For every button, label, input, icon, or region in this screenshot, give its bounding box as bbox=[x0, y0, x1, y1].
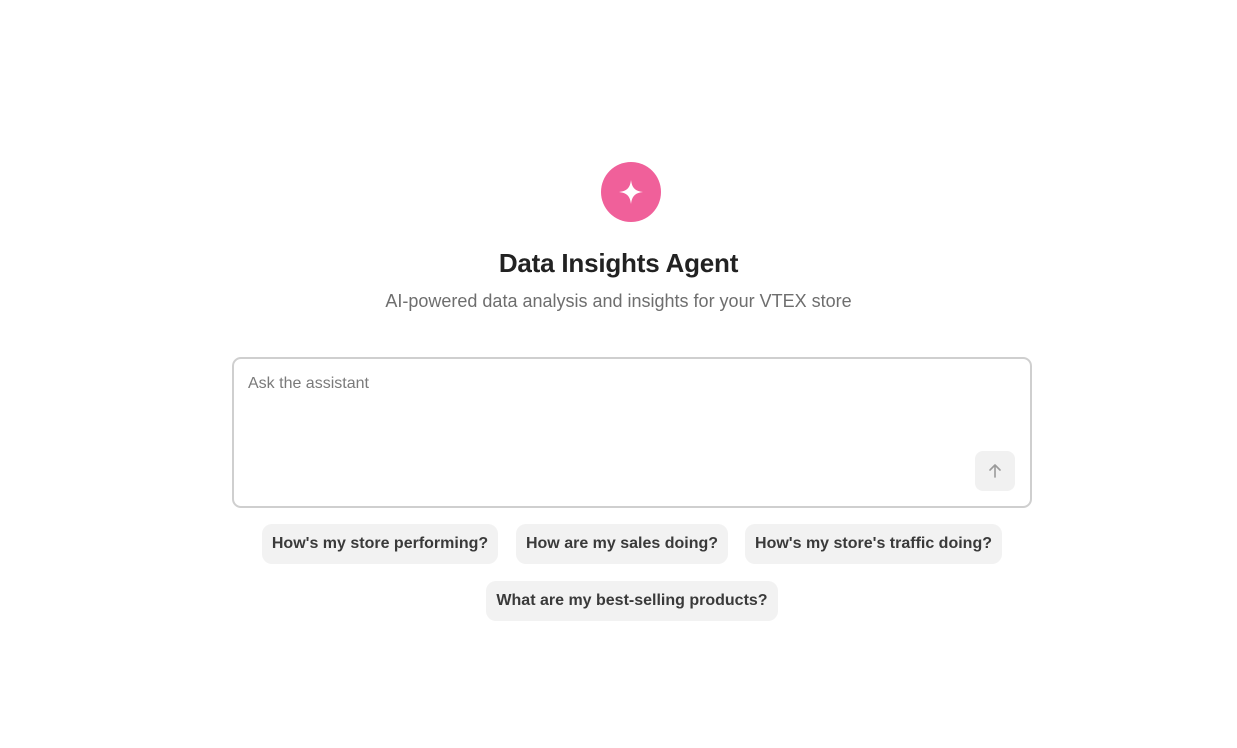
send-button[interactable] bbox=[975, 451, 1015, 491]
arrow-up-icon bbox=[989, 464, 1001, 478]
chat-composer bbox=[232, 357, 1032, 508]
agent-logo bbox=[601, 162, 661, 222]
page-subtitle: AI-powered data analysis and insights fo… bbox=[385, 291, 852, 311]
suggestion-chip[interactable]: How's my store's traffic doing? bbox=[745, 524, 1002, 564]
sparkle-icon bbox=[619, 180, 643, 204]
chat-input[interactable] bbox=[248, 375, 948, 455]
page-title: Data Insights Agent bbox=[498, 248, 739, 278]
chat-landing-page: Data Insights Agent AI-powered data anal… bbox=[0, 0, 1237, 748]
suggestion-chip[interactable]: How are my sales doing? bbox=[516, 524, 728, 564]
suggestion-chip[interactable]: How's my store performing? bbox=[262, 524, 498, 564]
suggestion-chip[interactable]: What are my best-selling products? bbox=[486, 581, 778, 621]
